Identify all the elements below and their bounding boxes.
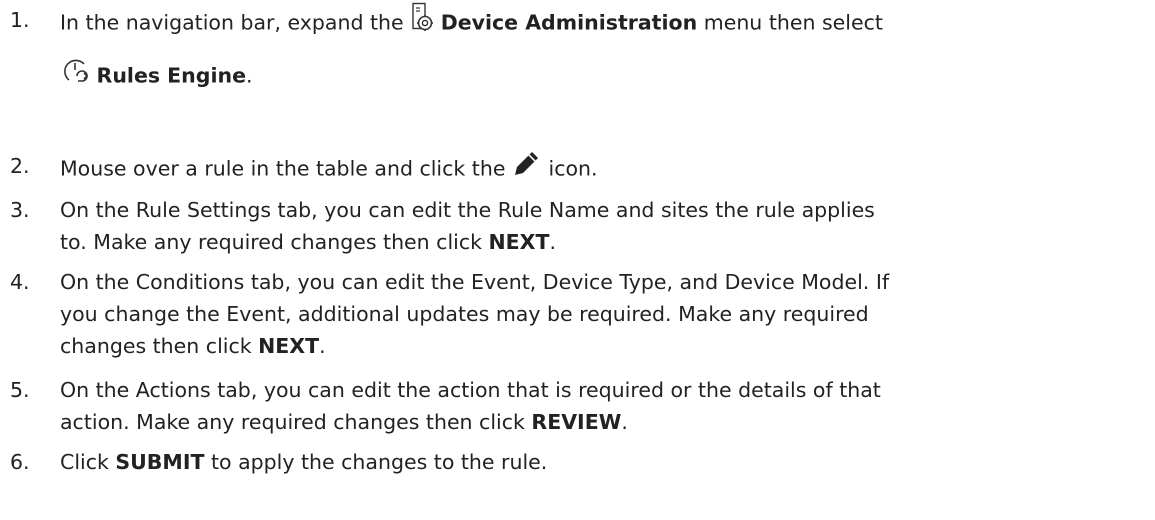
button-name: SUBMIT: [115, 450, 205, 474]
step-line: action. Make any required changes then c…: [60, 410, 628, 434]
step-text: In the navigation bar, expand the Device…: [60, 2, 1140, 96]
step-line: Rules Engine.: [60, 57, 1140, 96]
device-administration-icon: [410, 2, 434, 41]
step-number: 5.: [10, 378, 30, 402]
step-text: On the Actions tab, you can edit the act…: [60, 374, 1140, 438]
pencil-edit-icon: [512, 148, 542, 187]
step-number: 4.: [10, 270, 30, 294]
instruction-steps: 1. In the navigation bar, expand the Dev…: [0, 0, 1155, 520]
menu-item-name: Rules Engine: [96, 63, 246, 88]
step-line: On the Actions tab, you can edit the act…: [60, 378, 881, 402]
step-line: On the Rule Settings tab, you can edit t…: [60, 198, 875, 222]
step-text: Mouse over a rule in the table and click…: [60, 150, 1140, 189]
step-line: Mouse over a rule in the table and click…: [60, 150, 1140, 189]
button-name: NEXT: [488, 230, 550, 254]
step-line: In the navigation bar, expand the Device…: [60, 2, 1140, 43]
step-number: 1.: [10, 8, 30, 32]
step-text: On the Conditions tab, you can edit the …: [60, 266, 1140, 362]
step-number: 3.: [10, 198, 30, 222]
step-text: On the Rule Settings tab, you can edit t…: [60, 194, 1140, 258]
step-line: you change the Event, additional updates…: [60, 302, 869, 326]
button-name: REVIEW: [531, 410, 622, 434]
step-line: to. Make any required changes then click…: [60, 230, 556, 254]
menu-name: Device Administration: [440, 10, 698, 35]
rules-engine-icon: [60, 55, 90, 94]
step-line: On the Conditions tab, you can edit the …: [60, 270, 890, 294]
step-number: 2.: [10, 154, 30, 178]
step-line: changes then click NEXT.: [60, 334, 326, 358]
step-text: Click SUBMIT to apply the changes to the…: [60, 446, 1140, 478]
step-number: 6.: [10, 450, 30, 474]
step-line: Click SUBMIT to apply the changes to the…: [60, 450, 548, 474]
button-name: NEXT: [258, 334, 320, 358]
